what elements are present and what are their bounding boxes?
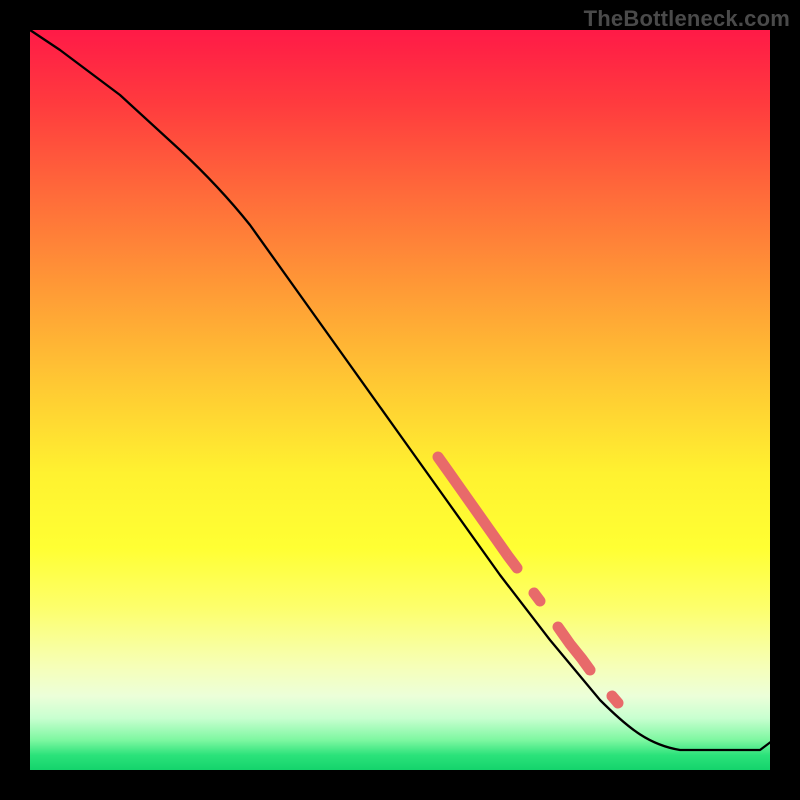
highlight-segment-1 <box>438 457 517 568</box>
highlight-dot-2 <box>612 696 618 703</box>
highlight-dot-1 <box>534 593 540 601</box>
bottleneck-curve <box>30 30 800 750</box>
chart-svg <box>0 0 800 800</box>
highlight-group <box>438 457 618 703</box>
watermark-text: TheBottleneck.com <box>584 6 790 32</box>
highlight-segment-2 <box>558 627 590 670</box>
